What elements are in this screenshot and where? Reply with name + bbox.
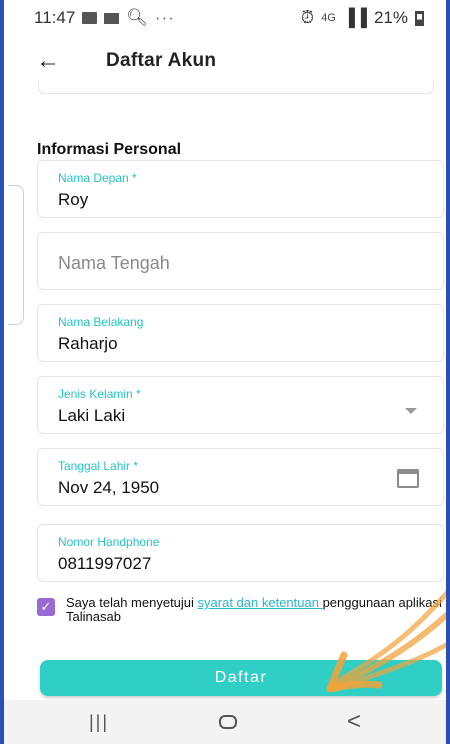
- more-notifications-icon: ···: [154, 8, 175, 27]
- birth-date-value: Nov 24, 1950: [58, 478, 160, 497]
- gallery-icon: [82, 12, 98, 24]
- system-nav-bar: ||| <: [4, 700, 446, 744]
- last-name-label: Nama Belakang: [58, 315, 144, 329]
- status-bar: 11:47 🔍︎ ··· ⏰︎ 4G ▐▐ 21%: [4, 0, 446, 36]
- first-name-value: Roy: [58, 190, 89, 209]
- phone-label: Nomor Handphone: [58, 535, 160, 549]
- first-name-label: Nama Depan *: [58, 171, 137, 185]
- side-tab[interactable]: [8, 185, 24, 325]
- middle-name-field[interactable]: Nama Tengah: [37, 232, 444, 290]
- calendar-icon[interactable]: [397, 469, 419, 488]
- status-time: 11:47: [34, 8, 76, 27]
- mail-icon: [104, 12, 120, 24]
- home-icon[interactable]: [219, 715, 237, 729]
- consent-checkbox[interactable]: ✓: [37, 598, 55, 616]
- system-back-icon[interactable]: <: [347, 708, 361, 736]
- status-left: 11:47 🔍︎ ···: [34, 8, 175, 28]
- status-right: ⏰︎ 4G ▐▐ 21%: [301, 8, 424, 28]
- section-title: Informasi Personal: [37, 141, 182, 158]
- last-name-value: Raharjo: [58, 334, 118, 353]
- consent-text-before: Saya telah menyetujui: [66, 595, 198, 610]
- battery-percent: 21%: [373, 8, 408, 27]
- previous-card-edge: [38, 80, 434, 94]
- search-icon: 🔍︎: [126, 8, 148, 27]
- battery-icon: [415, 10, 424, 26]
- signal-icon: ▐▐: [342, 8, 367, 27]
- middle-name-placeholder: Nama Tengah: [58, 253, 170, 273]
- phone-screen: 11:47 🔍︎ ··· ⏰︎ 4G ▐▐ 21% ← Daftar Akun …: [0, 0, 450, 744]
- page-title: Daftar Akun: [106, 50, 217, 71]
- back-arrow-icon[interactable]: ←: [36, 47, 76, 75]
- dropdown-caret-icon[interactable]: [405, 408, 417, 414]
- birth-date-field[interactable]: Tanggal Lahir * Nov 24, 1950: [37, 448, 444, 506]
- phone-field[interactable]: Nomor Handphone 0811997027: [37, 524, 444, 582]
- first-name-field[interactable]: Nama Depan * Roy: [37, 160, 444, 218]
- gender-label: Jenis Kelamin *: [58, 387, 141, 401]
- gender-value: Laki Laki: [58, 406, 126, 425]
- app-bar: ← Daftar Akun: [4, 36, 446, 86]
- gender-select[interactable]: Jenis Kelamin * Laki Laki: [37, 376, 444, 434]
- alarm-icon: ⏰︎: [300, 8, 315, 27]
- annotation-arrow-icon: [326, 590, 446, 693]
- check-icon: ✓: [40, 599, 52, 614]
- birth-date-label: Tanggal Lahir *: [58, 459, 139, 473]
- phone-value: 0811997027: [58, 554, 152, 573]
- last-name-field[interactable]: Nama Belakang Raharjo: [37, 304, 444, 362]
- network-type: 4G: [321, 12, 336, 24]
- recent-apps-icon[interactable]: |||: [89, 712, 109, 733]
